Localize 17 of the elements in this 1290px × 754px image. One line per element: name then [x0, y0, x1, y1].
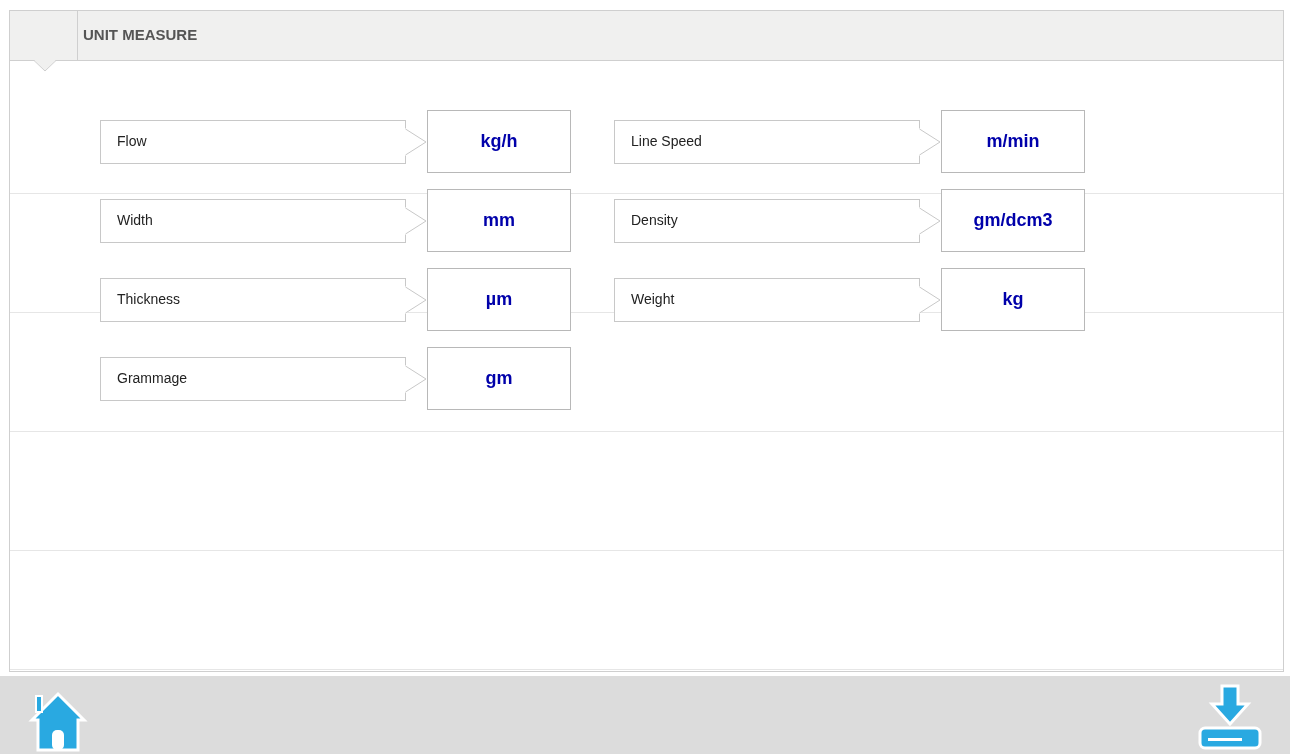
unit-value[interactable]: kg/h — [427, 110, 571, 173]
pointer-icon — [919, 206, 941, 235]
page-title: UNIT MEASURE — [82, 25, 198, 46]
pointer-icon — [919, 285, 941, 314]
pointer-icon — [405, 127, 427, 156]
unit-value[interactable]: mm — [427, 189, 571, 252]
unit-value[interactable]: kg — [941, 268, 1085, 331]
unit-value[interactable]: gm/dcm3 — [941, 189, 1085, 252]
download-button[interactable] — [1196, 682, 1264, 752]
unit-value[interactable]: gm — [427, 347, 571, 410]
download-icon — [1196, 682, 1264, 752]
unit-value[interactable]: µm — [427, 268, 571, 331]
pointer-icon — [405, 285, 427, 314]
pointer-icon — [405, 364, 427, 393]
pointer-icon — [919, 127, 941, 156]
pointer-icon — [405, 206, 427, 235]
unit-value[interactable]: m/min — [941, 110, 1085, 173]
